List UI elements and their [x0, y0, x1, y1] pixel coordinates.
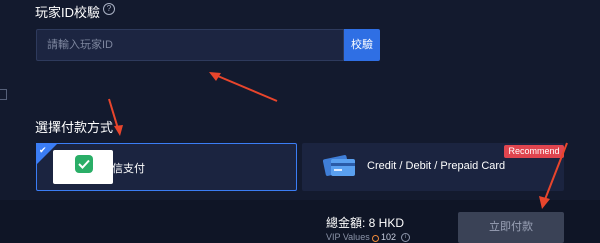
edge-checkbox[interactable] — [0, 89, 7, 100]
payment-method-label: Credit / Debit / Prepaid Card — [367, 160, 506, 172]
question-circle-icon[interactable]: ? — [103, 3, 115, 15]
vip-coin-icon — [372, 235, 379, 242]
player-id-section-title: 玩家ID校驗 — [35, 5, 101, 20]
info-icon[interactable]: i — [401, 233, 410, 242]
vip-values-label: VIP Values — [326, 232, 370, 242]
recommend-badge: Recommend — [504, 145, 564, 158]
total-amount: 總金額: 8 HKD — [326, 216, 405, 230]
player-id-input[interactable]: 請輸入玩家ID — [36, 29, 344, 61]
annotation-arrow-input — [209, 72, 278, 102]
credit-card-icon — [322, 155, 355, 176]
payment-method-label: 微信支付 — [101, 163, 145, 175]
payment-section-title: 選擇付款方式 — [35, 120, 114, 135]
vip-values-number: 102 — [381, 232, 397, 242]
pay-now-button[interactable]: 立即付款 — [458, 212, 564, 243]
checkmark-icon: ✔ — [39, 145, 47, 155]
payment-method-wechat[interactable]: ✔ 微信支付 — [36, 143, 297, 191]
wechat-bubble-icon — [75, 155, 93, 173]
verify-button[interactable]: 校驗 — [344, 29, 380, 61]
